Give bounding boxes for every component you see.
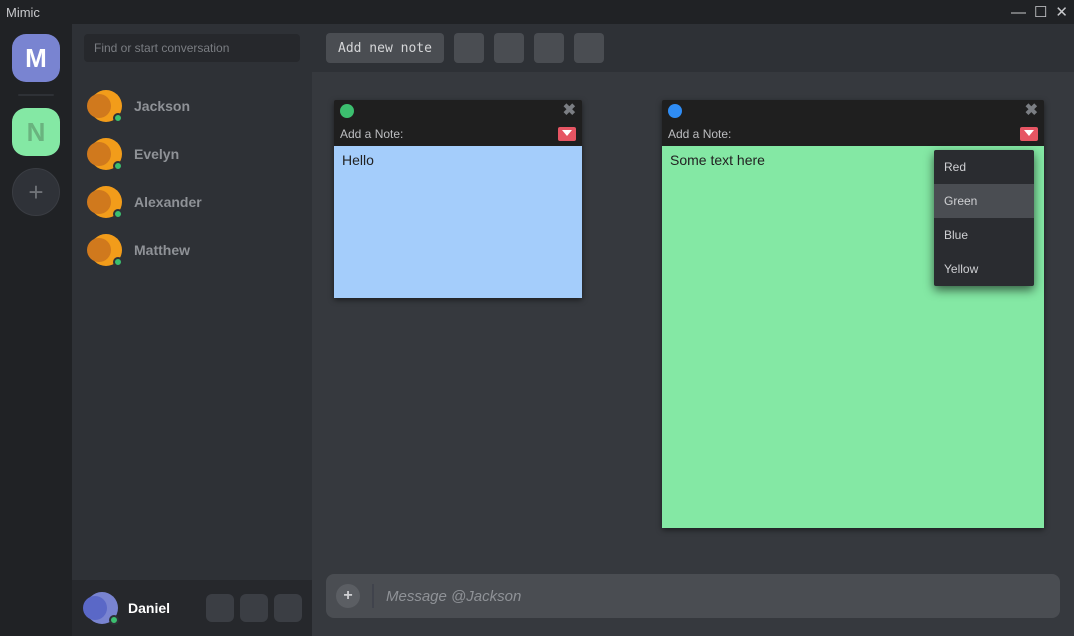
rail-add-button[interactable]: + bbox=[12, 168, 60, 216]
color-option-blue[interactable]: Blue bbox=[934, 218, 1034, 252]
self-name: Daniel bbox=[128, 600, 196, 616]
window-close-icon[interactable]: ✕ bbox=[1055, 3, 1068, 21]
note-card[interactable]: ✖ Add a Note: Hello bbox=[334, 100, 582, 298]
search-input[interactable] bbox=[84, 34, 300, 62]
avatar bbox=[90, 138, 122, 170]
composer-attach-button[interactable]: + bbox=[336, 584, 360, 608]
contact-item[interactable]: Alexander bbox=[72, 178, 312, 226]
contact-item[interactable]: Matthew bbox=[72, 226, 312, 274]
color-dropdown: Red Green Blue Yellow bbox=[934, 150, 1034, 286]
footer-button-1[interactable] bbox=[206, 594, 234, 622]
color-option-red[interactable]: Red bbox=[934, 150, 1034, 184]
presence-dot-icon bbox=[109, 615, 119, 625]
message-input[interactable] bbox=[386, 588, 1050, 605]
avatar bbox=[90, 90, 122, 122]
plus-icon: + bbox=[343, 587, 352, 605]
note-close-icon[interactable]: ✖ bbox=[563, 103, 576, 119]
contact-name: Alexander bbox=[134, 194, 202, 210]
presence-dot-icon bbox=[113, 161, 123, 171]
note-label: Add a Note: bbox=[340, 127, 403, 141]
avatar bbox=[90, 234, 122, 266]
toolbar-button-1[interactable] bbox=[454, 33, 484, 63]
note-label: Add a Note: bbox=[668, 127, 731, 141]
window-maximize-icon[interactable]: ☐ bbox=[1034, 3, 1047, 21]
presence-dot-icon bbox=[113, 209, 123, 219]
footer-button-3[interactable] bbox=[274, 594, 302, 622]
composer-separator bbox=[372, 584, 374, 608]
notes-workspace: ✖ Add a Note: Hello ✖ Add a Note: bbox=[312, 72, 1074, 562]
contact-name: Matthew bbox=[134, 242, 190, 258]
note-color-badge-icon bbox=[340, 104, 354, 118]
plus-icon: + bbox=[28, 177, 43, 208]
note-text: Hello bbox=[342, 152, 374, 168]
footer-button-2[interactable] bbox=[240, 594, 268, 622]
contact-name: Jackson bbox=[134, 98, 190, 114]
color-option-yellow[interactable]: Yellow bbox=[934, 252, 1034, 286]
contact-name: Evelyn bbox=[134, 146, 179, 162]
main-toolbar: Add new note bbox=[312, 24, 1074, 72]
note-body[interactable]: Hello bbox=[334, 146, 582, 298]
conversation-sidebar: Jackson Evelyn Alexander Matthew Daniel bbox=[72, 24, 312, 636]
presence-dot-icon bbox=[113, 113, 123, 123]
note-text: Some text here bbox=[670, 152, 765, 168]
window-title: Mimic bbox=[6, 5, 40, 20]
rail-tile-m[interactable]: M bbox=[12, 34, 60, 82]
toolbar-button-2[interactable] bbox=[494, 33, 524, 63]
rail-divider bbox=[18, 94, 54, 96]
note-color-badge-icon bbox=[668, 104, 682, 118]
main-panel: Add new note ✖ Add a Note: Hello bbox=[312, 24, 1074, 636]
contact-item[interactable]: Evelyn bbox=[72, 130, 312, 178]
toolbar-button-3[interactable] bbox=[534, 33, 564, 63]
note-color-picker[interactable] bbox=[558, 127, 576, 141]
presence-dot-icon bbox=[113, 257, 123, 267]
message-composer: + bbox=[326, 574, 1060, 618]
avatar bbox=[90, 186, 122, 218]
color-option-green[interactable]: Green bbox=[934, 184, 1034, 218]
window-titlebar: Mimic — ☐ ✕ bbox=[0, 0, 1074, 24]
window-minimize-icon[interactable]: — bbox=[1011, 4, 1026, 21]
sidebar-footer: Daniel bbox=[72, 580, 312, 636]
add-note-button[interactable]: Add new note bbox=[326, 33, 444, 63]
server-rail: M N + bbox=[0, 24, 72, 636]
note-color-picker[interactable] bbox=[1020, 127, 1038, 141]
contact-item[interactable]: Jackson bbox=[72, 82, 312, 130]
toolbar-button-4[interactable] bbox=[574, 33, 604, 63]
rail-tile-n[interactable]: N bbox=[12, 108, 60, 156]
contact-list: Jackson Evelyn Alexander Matthew bbox=[72, 72, 312, 580]
self-avatar[interactable] bbox=[86, 592, 118, 624]
note-close-icon[interactable]: ✖ bbox=[1025, 103, 1038, 119]
